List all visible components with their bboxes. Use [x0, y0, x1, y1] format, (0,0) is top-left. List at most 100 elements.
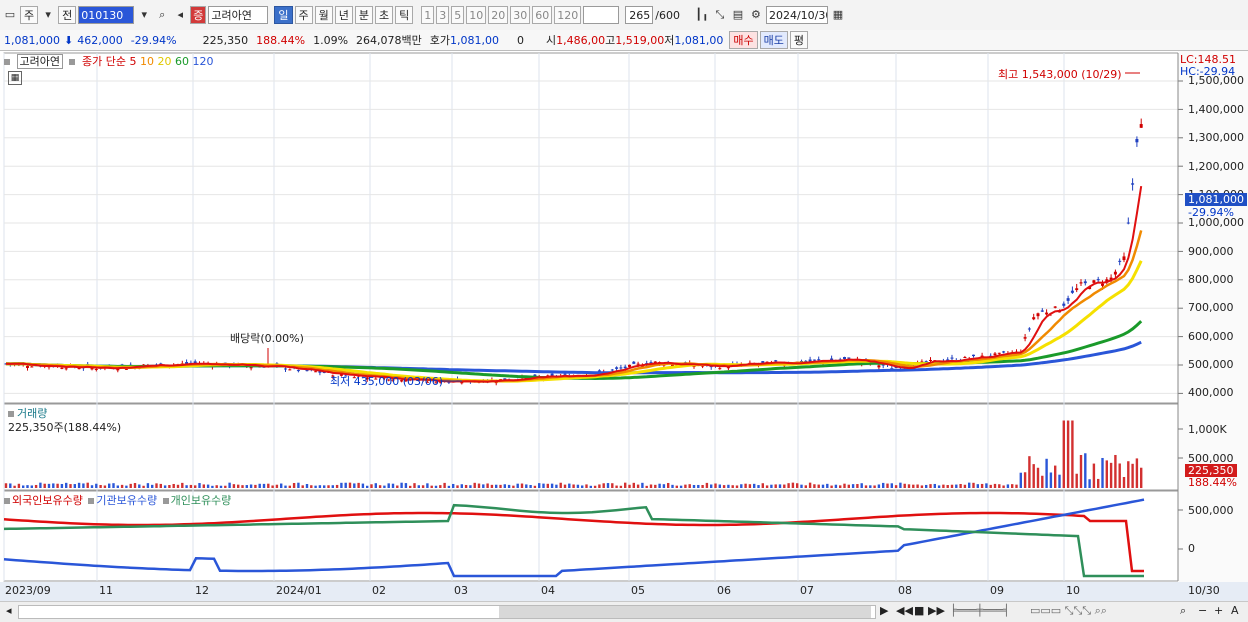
- interval-3[interactable]: 3: [436, 6, 450, 24]
- rewind-icon[interactable]: ◀◀: [896, 604, 913, 617]
- scroll-thumb[interactable]: [499, 606, 871, 618]
- volume-bar: [783, 484, 786, 488]
- candle-body: [963, 357, 967, 359]
- candle-body: [30, 366, 34, 368]
- period-week[interactable]: 주: [294, 6, 313, 24]
- grid-toggle-icon[interactable]: ▦: [8, 71, 22, 85]
- search-icon[interactable]: ⌕: [154, 7, 170, 23]
- volume-bar: [576, 484, 580, 488]
- interval-30[interactable]: 30: [510, 6, 531, 24]
- volume-bar: [735, 485, 739, 488]
- volume-bar: [344, 482, 347, 488]
- volume-bar: [692, 484, 696, 488]
- market-select[interactable]: 주: [20, 6, 39, 24]
- x-tick: 09: [990, 584, 1004, 597]
- legend-ma-label: 종가 단순: [81, 55, 126, 68]
- volume-bar: [340, 482, 343, 488]
- draw-tool-icon[interactable]: ⤡: [712, 7, 728, 23]
- volume-bar: [314, 485, 317, 488]
- period-second[interactable]: 초: [375, 6, 394, 24]
- volume-bar: [60, 483, 64, 488]
- candle-body: [843, 357, 846, 359]
- zoom-in-button[interactable]: +: [1214, 604, 1223, 617]
- price-tick: 800,000: [1188, 273, 1234, 286]
- volume-bar: [714, 483, 717, 488]
- volume-bar: [335, 484, 339, 488]
- candle-body: [1070, 290, 1074, 293]
- chart-scrollbar[interactable]: ◂ ▶ ◀◀ ■ ▶▶ ╞═══╪═══╡ ▭▭▭ ⤡⤡⤡ ⌕⌕ ⌕ − + A: [0, 601, 1248, 622]
- interval-10[interactable]: 10: [466, 6, 487, 24]
- auto-scale-button[interactable]: A: [1231, 604, 1239, 617]
- speaker-icon[interactable]: ◂: [172, 7, 188, 23]
- legend-square-icon: [88, 498, 95, 504]
- save-icon[interactable]: ▤: [730, 7, 746, 23]
- gear-icon[interactable]: ⚙: [748, 7, 764, 23]
- legend-square-icon: [4, 59, 10, 65]
- volume-bar: [1045, 458, 1048, 488]
- price-tick: 1,500,000: [1188, 74, 1244, 87]
- period-tick[interactable]: 틱: [395, 6, 414, 24]
- volume-bar: [323, 485, 326, 488]
- zoom-slider-icon[interactable]: ╞═══╪═══╡: [950, 604, 1010, 617]
- interval-60[interactable]: 60: [532, 6, 553, 24]
- volume-bar: [937, 485, 941, 488]
- chevron-down-icon[interactable]: ▾: [40, 7, 56, 23]
- volume-bar: [288, 485, 291, 488]
- price-change: 462,000: [77, 33, 123, 47]
- volume-bar: [1079, 454, 1083, 488]
- volume-bar: [159, 483, 162, 488]
- period-minute[interactable]: 분: [354, 6, 373, 24]
- fast-forward-icon[interactable]: ▶▶: [928, 604, 945, 617]
- interval-20[interactable]: 20: [488, 6, 509, 24]
- volume-bar: [262, 483, 266, 488]
- volume-bar: [1041, 475, 1044, 488]
- candle-body: [817, 359, 821, 361]
- candle-body: [1079, 282, 1083, 284]
- high-annotation: 최고 1,543,000 (10/29): [998, 68, 1122, 81]
- volume-bar: [1084, 453, 1087, 488]
- count-input[interactable]: 265: [625, 6, 654, 24]
- eval-button[interactable]: 평: [789, 31, 808, 49]
- volume-bar: [56, 483, 59, 488]
- scroll-track[interactable]: [18, 605, 876, 619]
- period-day[interactable]: 일: [274, 6, 293, 24]
- holdings-tick: 0: [1188, 542, 1195, 555]
- sell-button[interactable]: 매도: [759, 31, 788, 49]
- calendar-icon[interactable]: ▦: [830, 7, 846, 23]
- volume-value: 225,350: [202, 33, 249, 47]
- stock-chart[interactable]: [0, 51, 1248, 601]
- interval-120[interactable]: 120: [554, 6, 582, 24]
- date-input[interactable]: 2024/10/30: [765, 6, 828, 24]
- interval-1[interactable]: 1: [421, 6, 435, 24]
- scroll-left-icon[interactable]: ◂: [6, 604, 12, 617]
- price-tick: 1,400,000: [1188, 103, 1244, 116]
- period-year[interactable]: 년: [334, 6, 353, 24]
- stock-name-field[interactable]: 고려아연: [208, 6, 269, 24]
- volume-bar: [679, 485, 683, 488]
- prev-button[interactable]: 전: [58, 6, 77, 24]
- interval-5[interactable]: 5: [451, 6, 465, 24]
- stop-icon[interactable]: ■: [914, 604, 924, 617]
- type-badge: 증: [190, 6, 207, 24]
- volume-bar: [271, 485, 274, 488]
- volume-bar: [39, 482, 42, 488]
- candle-type-icon[interactable]: ┃╻: [694, 7, 710, 23]
- volume-bar: [301, 485, 304, 488]
- play-icon[interactable]: ▶: [880, 604, 888, 617]
- volume-bar: [409, 485, 412, 488]
- layout-tools-icon[interactable]: ▭▭▭ ⤡⤡⤡ ⌕⌕: [1030, 604, 1107, 618]
- zoom-out-button[interactable]: −: [1198, 604, 1207, 617]
- volume-bar: [860, 483, 863, 488]
- volume-bar: [796, 483, 799, 488]
- candle-body: [718, 368, 722, 370]
- volume-bar: [464, 484, 468, 488]
- dropdown-icon[interactable]: ▾: [136, 7, 152, 23]
- interval-custom-input[interactable]: [583, 6, 620, 24]
- magnifier-icon[interactable]: ⌕: [1180, 604, 1186, 618]
- layout-icon[interactable]: ▭: [2, 7, 18, 23]
- volume-pct-tag: 188.44%: [1188, 476, 1237, 489]
- period-month[interactable]: 월: [314, 6, 333, 24]
- stock-code-input[interactable]: 010130: [78, 6, 135, 24]
- buy-button[interactable]: 매수: [729, 31, 758, 49]
- volume-bar: [830, 485, 833, 488]
